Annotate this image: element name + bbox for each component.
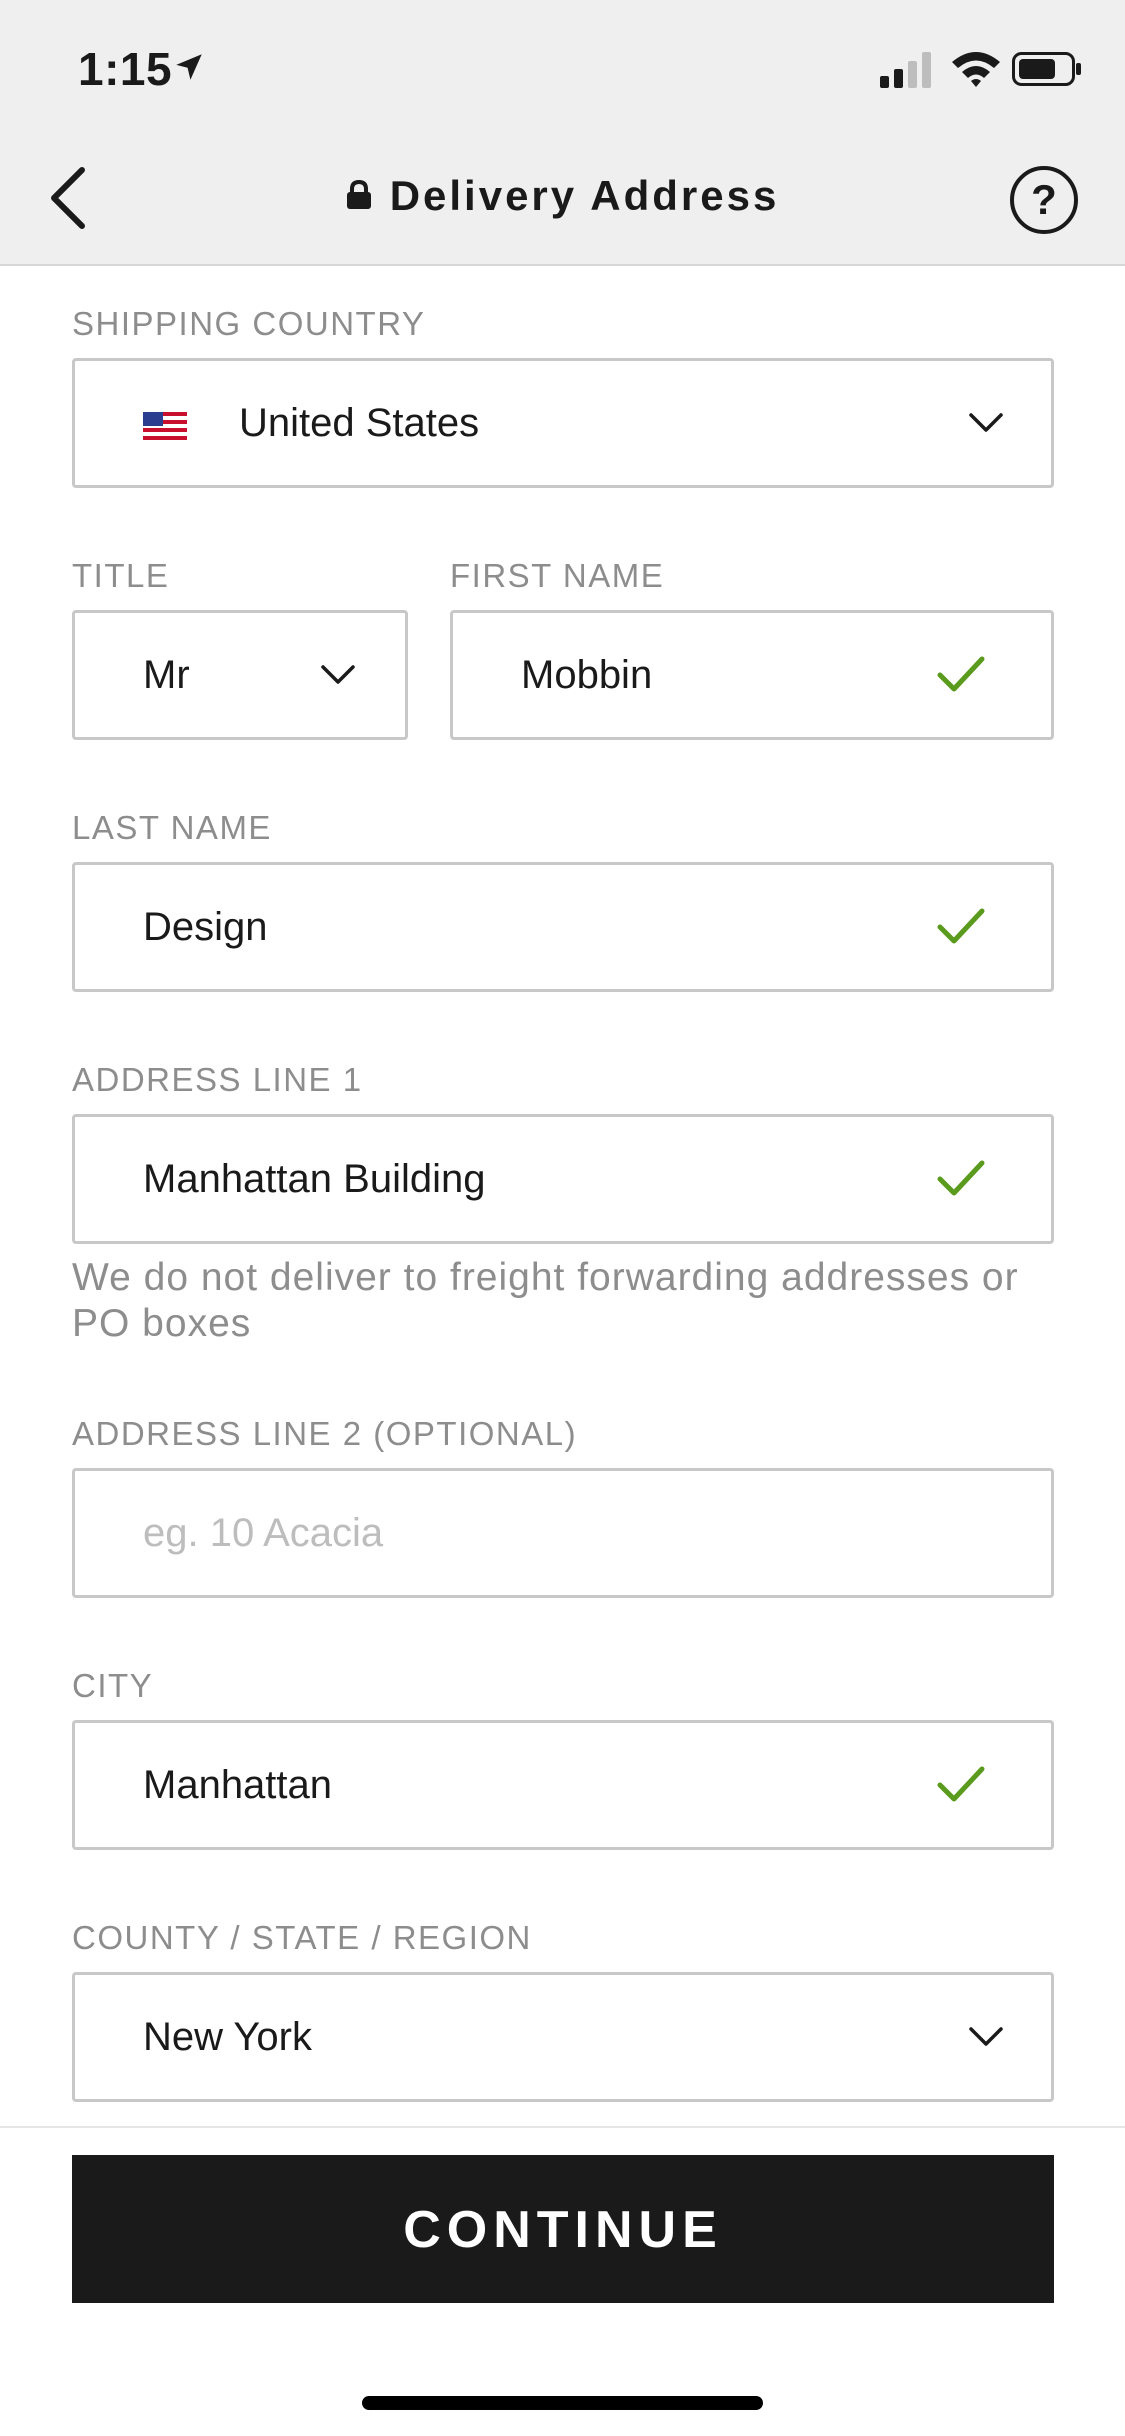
battery-icon <box>1012 52 1081 86</box>
first-name-field[interactable]: Mobbin <box>450 610 1054 740</box>
footer-divider <box>0 2126 1125 2128</box>
checkmark-icon <box>937 1766 985 1802</box>
help-icon: ? <box>1031 176 1057 223</box>
city-label: CITY <box>72 1667 154 1704</box>
home-indicator <box>362 2396 763 2410</box>
navigation-bar: Delivery Address ? <box>0 132 1125 266</box>
address-line-2-field[interactable]: eg. 10 Acacia <box>72 1468 1054 1598</box>
continue-button[interactable]: CONTINUE <box>72 2155 1054 2303</box>
region-select[interactable]: New York <box>72 1972 1054 2102</box>
title-select[interactable]: Mr <box>72 610 408 740</box>
status-time: 1:15 <box>78 43 173 95</box>
lock-icon <box>346 179 371 209</box>
title-value: Mr <box>143 653 190 697</box>
status-bar: 1:15 <box>0 0 1125 132</box>
city-field[interactable]: Manhattan <box>72 1720 1054 1850</box>
checkmark-icon <box>937 656 985 692</box>
shipping-country-value: United States <box>239 401 480 445</box>
chevron-down-icon <box>969 413 1003 432</box>
chevron-down-icon <box>969 2027 1003 2046</box>
checkmark-icon <box>937 1160 985 1196</box>
address-line-1-value: Manhattan Building <box>143 1157 486 1201</box>
region-label: COUNTY / STATE / REGION <box>72 1919 532 1956</box>
title-label: TITLE <box>72 557 170 594</box>
location-arrow-icon <box>176 54 202 80</box>
first-name-value: Mobbin <box>521 653 653 697</box>
first-name-label: FIRST NAME <box>450 557 665 594</box>
checkmark-icon <box>937 908 985 944</box>
address-helper-text: We do not deliver to freight forwarding … <box>72 1256 1019 1345</box>
address-line-2-label: ADDRESS LINE 2 (OPTIONAL) <box>72 1415 578 1452</box>
chevron-down-icon <box>321 665 355 684</box>
cellular-signal-icon <box>880 52 931 88</box>
us-flag-icon <box>143 412 187 440</box>
address-line-1-label: ADDRESS LINE 1 <box>72 1061 363 1098</box>
city-value: Manhattan <box>143 1763 333 1807</box>
page-title-container: Delivery Address <box>0 172 1125 220</box>
address-line-2-placeholder: eg. 10 Acacia <box>143 1511 384 1555</box>
address-line-1-field[interactable]: Manhattan Building <box>72 1114 1054 1244</box>
last-name-value: Design <box>143 905 268 949</box>
last-name-field[interactable]: Design <box>72 862 1054 992</box>
help-button[interactable]: ? <box>1010 166 1078 234</box>
shipping-country-label: SHIPPING COUNTRY <box>72 305 426 342</box>
region-value: New York <box>143 2015 312 2059</box>
wifi-icon <box>952 52 1000 87</box>
shipping-country-select[interactable]: United States <box>72 358 1054 488</box>
page-title: Delivery Address <box>389 172 780 219</box>
last-name-label: LAST NAME <box>72 809 272 846</box>
